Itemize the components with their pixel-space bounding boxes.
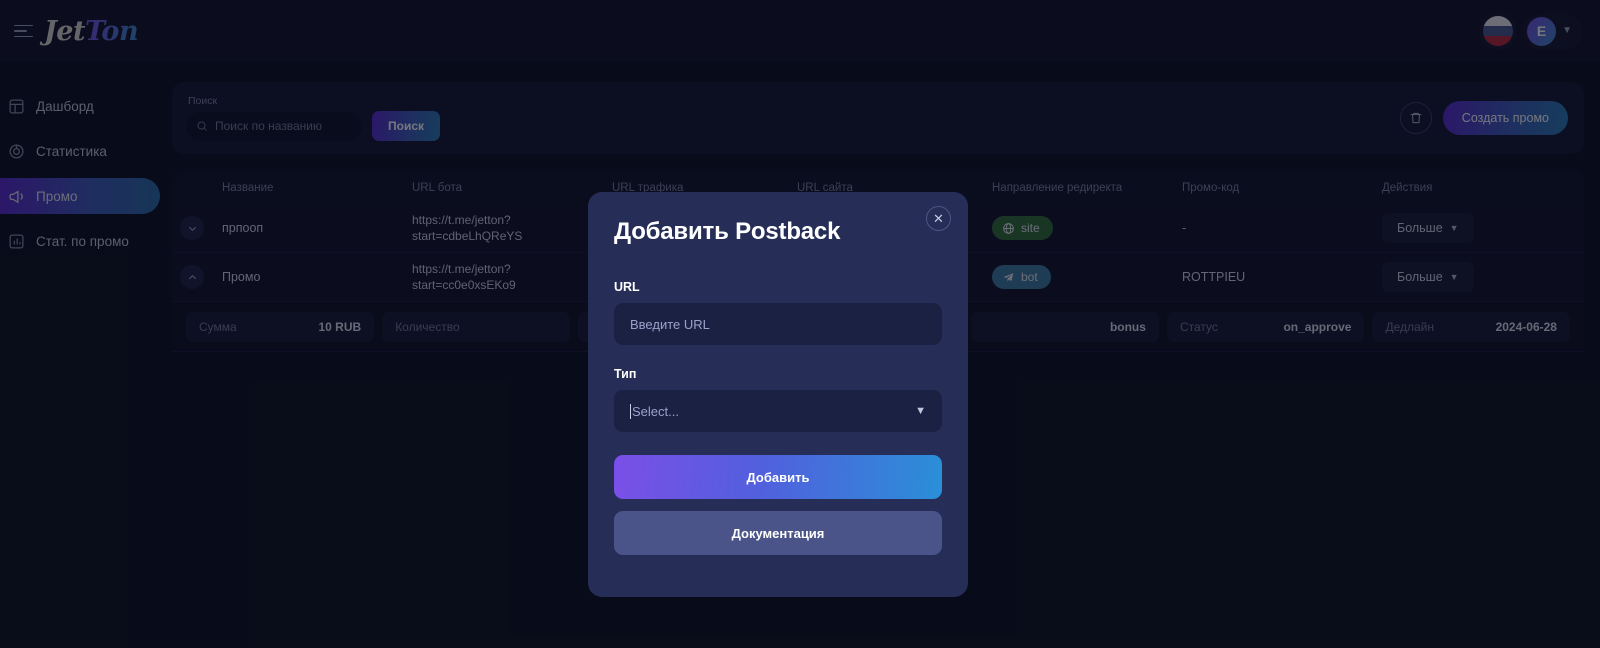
chevron-down-icon: ▼ [915,405,926,417]
type-select[interactable]: Select... ▼ [614,390,942,432]
url-field-label: URL [614,280,640,294]
type-field-label: Тип [614,367,637,381]
add-postback-modal: ✕ Добавить Postback URL Тип Select... ▼ … [588,192,968,597]
type-select-value: Select... [630,403,679,419]
close-icon[interactable]: ✕ [926,206,951,231]
documentation-button[interactable]: Документация [614,511,942,555]
app-root: JetTon E ▼ Дашборд [0,0,1600,648]
modal-title: Добавить Postback [614,218,841,245]
add-button[interactable]: Добавить [614,455,942,499]
url-input[interactable] [614,303,942,345]
